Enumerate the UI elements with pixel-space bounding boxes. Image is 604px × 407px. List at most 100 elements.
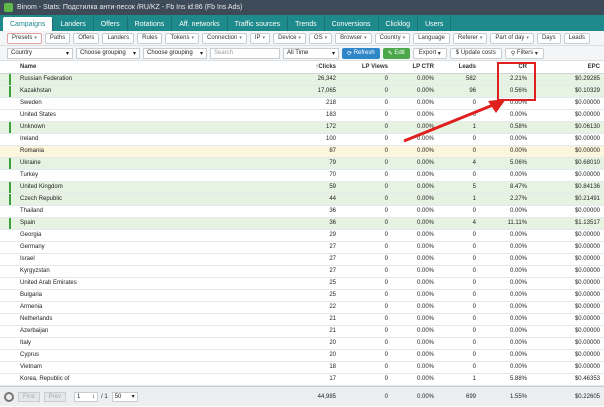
table-row[interactable]: United States 183 0 0.00% 0 0.00% $0.00000 bbox=[0, 110, 604, 122]
group-chip-paths[interactable]: Paths bbox=[44, 32, 71, 44]
table-row[interactable]: Unknown 172 0 0.00% 1 0.58% $0.06130 bbox=[0, 122, 604, 134]
tab-landers[interactable]: Landers bbox=[53, 17, 94, 31]
cell-name: Vietnam bbox=[20, 364, 42, 371]
table-row[interactable]: Azerbaijan 21 0 0.00% 0 0.00% $0.00000 bbox=[0, 326, 604, 338]
first-page-button[interactable]: First bbox=[18, 391, 40, 402]
table-row[interactable]: Armenia 22 0 0.00% 0 0.00% $0.00000 bbox=[0, 302, 604, 314]
per-page-select[interactable]: 50 ▾ bbox=[111, 391, 138, 402]
table-row[interactable]: Ireland 100 0 0.00% 0 0.00% $0.00000 bbox=[0, 134, 604, 146]
tab-clicklog[interactable]: Clicklog bbox=[379, 17, 419, 31]
grouping-select-2[interactable]: Choose grouping ▾ bbox=[76, 47, 140, 59]
grouping-toolbar: Presets ▾ Paths Offers Landers Rules Tokens ▾ Co… bbox=[0, 31, 604, 46]
table-row[interactable]: Czech Republic 44 0 0.00% 1 2.27% $0.21491 bbox=[0, 194, 604, 206]
grouping-select-3[interactable]: Choose grouping ▾ bbox=[143, 47, 207, 59]
period-select[interactable]: All Time ▾ bbox=[283, 47, 339, 59]
table-row[interactable]: Thailand 36 0 0.00% 0 0.00% $0.00000 bbox=[0, 206, 604, 218]
col-lp-ctr[interactable]: LP CTR bbox=[388, 61, 434, 73]
group-chip-tokens[interactable]: Tokens ▾ bbox=[165, 32, 199, 44]
group-chip-language[interactable]: Language bbox=[413, 32, 450, 44]
tab-users[interactable]: Users bbox=[418, 17, 452, 31]
row-status-marker bbox=[9, 242, 11, 253]
refresh-button[interactable]: ⟳ Refresh bbox=[342, 47, 380, 59]
tab-offers[interactable]: Offers bbox=[94, 17, 128, 31]
table-row[interactable]: United Kingdom 59 0 0.00% 5 8.47% $0.84136 bbox=[0, 182, 604, 194]
table-row[interactable]: Spain 36 0 0.00% 4 11.11% $1.13517 bbox=[0, 218, 604, 230]
chevron-down-icon: ▾ bbox=[479, 35, 483, 41]
cell-lp-ctr: 0.00% bbox=[416, 148, 434, 155]
group-chip-ip[interactable]: IP ▾ bbox=[249, 32, 271, 44]
tab-traffic-sources[interactable]: Traffic sources bbox=[228, 17, 289, 31]
pencil-icon: ✎ bbox=[387, 50, 395, 57]
table-row[interactable]: United Arab Emirates 25 0 0.00% 0 0.00% $0.000… bbox=[0, 278, 604, 290]
col-leads[interactable]: Leads bbox=[434, 61, 476, 73]
table-row[interactable]: Korea, Republic of 17 0 0.00% 1 5.88% $0.46353 bbox=[0, 374, 604, 386]
group-chip-landers[interactable]: Landers bbox=[102, 32, 135, 44]
group-chip-leads[interactable]: Leads bbox=[563, 32, 590, 44]
col-lp-views[interactable]: LP Views bbox=[336, 61, 388, 73]
group-chip-referer[interactable]: Referer ▾ bbox=[452, 32, 488, 44]
col-epc[interactable]: EPC bbox=[527, 61, 600, 73]
row-status-marker bbox=[9, 326, 11, 337]
cell-name: Sweden bbox=[20, 100, 42, 107]
period-select-value: All Time bbox=[287, 50, 309, 56]
cell-lp-ctr: 0.00% bbox=[416, 268, 434, 275]
cell-lp-views: 0 bbox=[384, 280, 388, 287]
cell-clicks: 27 bbox=[329, 256, 336, 263]
cell-lp-views: 0 bbox=[384, 328, 388, 335]
cell-epc: $0.68010 bbox=[574, 160, 600, 167]
cell-leads: 1 bbox=[472, 376, 476, 383]
table-row[interactable]: Georgia 29 0 0.00% 0 0.00% $0.00000 bbox=[0, 230, 604, 242]
grouping-select-1[interactable]: Country ▾ bbox=[7, 47, 73, 59]
table-row[interactable]: Turkey 70 0 0.00% 0 0.00% $0.00000 bbox=[0, 170, 604, 182]
group-chip-rules[interactable]: Rules bbox=[137, 32, 163, 44]
tab-rotations[interactable]: Rotations bbox=[128, 17, 173, 31]
col-clicks[interactable]: ↑ Clicks bbox=[270, 61, 336, 73]
group-chip-country[interactable]: Country ▾ bbox=[374, 32, 411, 44]
page-number-input[interactable]: 1 ↕ bbox=[74, 391, 99, 402]
cell-epc: $0.29285 bbox=[574, 76, 600, 83]
gear-icon[interactable] bbox=[4, 391, 14, 402]
search-input[interactable]: Search bbox=[210, 47, 280, 59]
tab-trends[interactable]: Trends bbox=[288, 17, 325, 31]
group-chip-label: Part of day bbox=[495, 35, 525, 41]
table-row[interactable]: Netherlands 21 0 0.00% 0 0.00% $0.00000 bbox=[0, 314, 604, 326]
col-name[interactable]: Name bbox=[20, 61, 180, 73]
table-row[interactable]: Kyrgyzstan 27 0 0.00% 0 0.00% $0.00000 bbox=[0, 266, 604, 278]
table-row[interactable]: Vietnam 18 0 0.00% 0 0.00% $0.00000 bbox=[0, 362, 604, 374]
cell-cr: 0.00% bbox=[509, 352, 527, 359]
table-row[interactable]: Bulgaria 25 0 0.00% 0 0.00% $0.00000 bbox=[0, 290, 604, 302]
cell-cr: 0.00% bbox=[509, 256, 527, 263]
cell-clicks: 44 bbox=[329, 196, 336, 203]
cell-clicks: 22 bbox=[329, 304, 336, 311]
group-chip-offers[interactable]: Offers bbox=[73, 32, 100, 44]
group-chip-os[interactable]: OS ▾ bbox=[308, 32, 333, 44]
group-chip-device[interactable]: Device ▾ bbox=[273, 32, 306, 44]
prev-page-button[interactable]: Prev bbox=[43, 391, 67, 402]
group-chip-part-of-day[interactable]: Part of day ▾ bbox=[490, 32, 534, 44]
table-row[interactable]: Ukraine 79 0 0.00% 4 5.06% $0.68010 bbox=[0, 158, 604, 170]
tab-aff-networks[interactable]: Aff. networks bbox=[172, 17, 228, 31]
group-chip-presets[interactable]: Presets ▾ bbox=[7, 32, 42, 44]
cell-epc: $0.46353 bbox=[574, 376, 600, 383]
filters-button[interactable]: ⚲ Filters ▾ bbox=[504, 47, 544, 59]
cell-lp-views: 0 bbox=[384, 220, 388, 227]
page-number-value: 1 bbox=[77, 393, 81, 400]
group-chip-days[interactable]: Days bbox=[536, 32, 561, 44]
tab-campaigns[interactable]: Campaigns bbox=[3, 17, 54, 31]
table-row[interactable]: Cyprus 20 0 0.00% 0 0.00% $0.00000 bbox=[0, 350, 604, 362]
edit-button[interactable]: ✎ Edit bbox=[382, 47, 410, 59]
group-chip-browser[interactable]: Browser ▾ bbox=[335, 32, 372, 44]
table-row[interactable]: Italy 20 0 0.00% 0 0.00% $0.00000 bbox=[0, 338, 604, 350]
update-costs-button[interactable]: $ Update costs bbox=[449, 47, 502, 59]
cell-lp-ctr: 0.00% bbox=[416, 316, 434, 323]
export-button[interactable]: Export ▾ bbox=[412, 47, 447, 59]
tab-conversions[interactable]: Conversions bbox=[325, 17, 379, 31]
cell-cr: 0.00% bbox=[509, 280, 527, 287]
group-chip-connection[interactable]: Connection ▾ bbox=[202, 32, 247, 44]
total-clicks: 44,985 bbox=[317, 394, 336, 400]
table-row[interactable]: Israel 27 0 0.00% 0 0.00% $0.00000 bbox=[0, 254, 604, 266]
cell-epc: $0.00000 bbox=[574, 340, 600, 347]
table-row[interactable]: Romania 87 0 0.00% 0 0.00% $0.00000 bbox=[0, 146, 604, 158]
table-row[interactable]: Germany 27 0 0.00% 0 0.00% $0.00000 bbox=[0, 242, 604, 254]
binom-logo-icon bbox=[4, 3, 13, 12]
